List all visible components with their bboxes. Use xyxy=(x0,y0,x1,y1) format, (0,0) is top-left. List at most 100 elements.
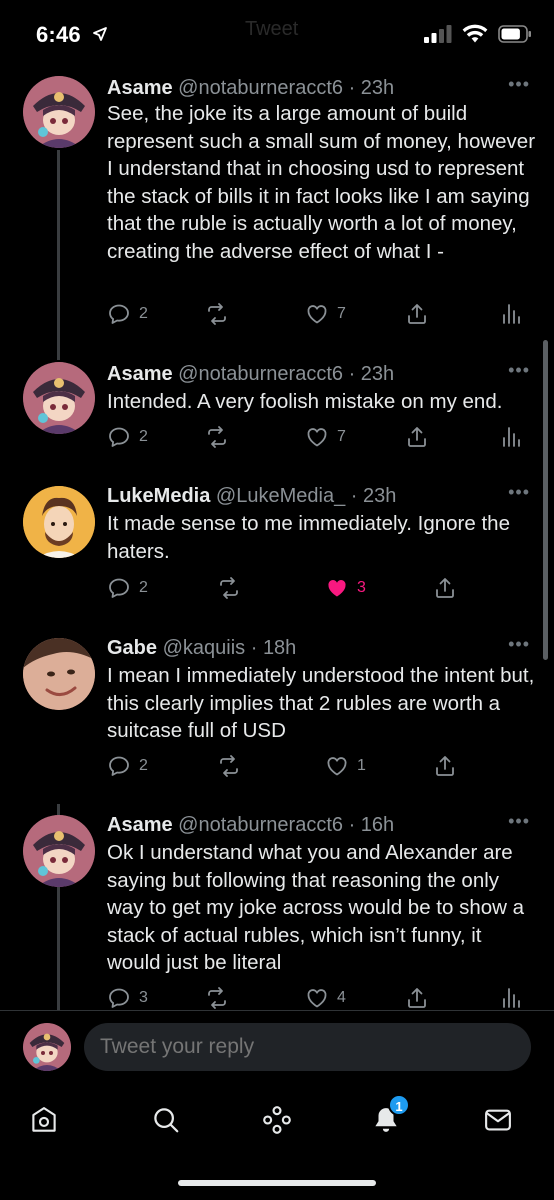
retweet-button[interactable] xyxy=(205,425,237,449)
tweet-author-handle[interactable]: @LukeMedia_ xyxy=(216,485,345,507)
retweet-icon xyxy=(205,986,229,1010)
like-button[interactable]: 7 xyxy=(305,425,346,449)
tweet-timestamp: 18h xyxy=(262,637,297,659)
tweet-text: I mean I immediately understood the inte… xyxy=(107,664,535,742)
battery-icon xyxy=(498,25,532,43)
share-button[interactable] xyxy=(405,986,429,1010)
tweet-actions: 2 7 xyxy=(107,425,527,453)
status-time: 6:46 xyxy=(36,22,81,47)
tweet-author-handle[interactable]: @notaburneracct6 xyxy=(178,814,343,836)
avatar[interactable] xyxy=(23,362,95,434)
reply-count: 2 xyxy=(139,428,148,445)
share-button[interactable] xyxy=(405,302,429,326)
more-options-icon[interactable]: ••• xyxy=(508,811,530,832)
analytics-icon xyxy=(499,986,523,1010)
tweet-timestamp: 23h xyxy=(360,363,395,385)
tweet-text: Ok I understand what you and Alexander a… xyxy=(107,841,525,974)
retweet-button[interactable] xyxy=(205,986,237,1010)
analytics-button[interactable] xyxy=(499,986,523,1010)
tweet-timestamp: 23h xyxy=(360,77,395,99)
share-icon xyxy=(433,576,457,600)
heart-icon xyxy=(305,986,329,1010)
retweet-button[interactable] xyxy=(217,576,249,600)
more-options-icon[interactable]: ••• xyxy=(508,634,530,655)
home-icon xyxy=(32,1107,56,1132)
like-count: 1 xyxy=(357,757,366,774)
avatar[interactable] xyxy=(23,76,95,148)
mail-icon xyxy=(485,1109,511,1131)
tweet-actions: 2 1 xyxy=(107,754,527,782)
share-button[interactable] xyxy=(433,576,457,600)
heart-icon xyxy=(305,425,329,449)
tweet-author-name[interactable]: Asame xyxy=(107,363,173,385)
reply-icon xyxy=(107,576,131,600)
like-count: 3 xyxy=(357,579,366,596)
reply-button[interactable]: 2 xyxy=(107,576,148,600)
like-button[interactable]: 3 xyxy=(325,576,366,600)
more-options-icon[interactable]: ••• xyxy=(508,482,530,503)
analytics-button[interactable] xyxy=(499,425,523,449)
tab-spaces[interactable] xyxy=(257,1100,297,1140)
tweet-text: Intended. A very foolish mistake on my e… xyxy=(107,390,503,413)
retweet-icon xyxy=(205,425,229,449)
analytics-button[interactable] xyxy=(499,302,523,326)
home-indicator[interactable] xyxy=(178,1180,376,1186)
reply-composer xyxy=(0,1010,554,1082)
share-button[interactable] xyxy=(433,754,457,778)
reply-button[interactable]: 2 xyxy=(107,302,148,326)
analytics-icon xyxy=(499,302,523,326)
tweet-timestamp: 16h xyxy=(360,814,395,836)
reply-input[interactable] xyxy=(84,1023,531,1071)
tab-home[interactable] xyxy=(24,1100,64,1140)
tweet-author-handle[interactable]: @notaburneracct6 xyxy=(178,77,343,99)
retweet-button[interactable] xyxy=(217,754,249,778)
header-title: Tweet xyxy=(245,18,299,40)
tweet-author-name[interactable]: Asame xyxy=(107,77,173,99)
avatar[interactable] xyxy=(23,638,95,710)
tweet-author-name[interactable]: LukeMedia xyxy=(107,485,210,507)
share-icon xyxy=(433,754,457,778)
tab-search[interactable] xyxy=(146,1100,186,1140)
separator-dot: · xyxy=(245,637,263,659)
retweet-icon xyxy=(217,754,241,778)
retweet-icon xyxy=(217,576,241,600)
reply-count: 2 xyxy=(139,757,148,774)
avatar[interactable] xyxy=(23,1023,71,1071)
reply-icon xyxy=(107,425,131,449)
like-button[interactable]: 4 xyxy=(305,986,346,1010)
like-button[interactable]: 1 xyxy=(325,754,366,778)
retweet-button[interactable] xyxy=(205,302,237,326)
tab-notifications[interactable]: 1 xyxy=(366,1094,410,1140)
like-button[interactable]: 7 xyxy=(305,302,346,326)
reply-button[interactable]: 2 xyxy=(107,425,148,449)
location-arrow-icon xyxy=(92,26,108,47)
share-icon xyxy=(405,302,429,326)
share-button[interactable] xyxy=(405,425,429,449)
separator-dot: · xyxy=(345,485,363,507)
spaces-icon xyxy=(263,1106,291,1134)
more-options-icon[interactable]: ••• xyxy=(508,74,530,95)
tweet-text: See, the joke its a large amount of buil… xyxy=(107,102,536,263)
heart-icon xyxy=(325,754,349,778)
analytics-icon xyxy=(499,425,523,449)
share-icon xyxy=(405,986,429,1010)
retweet-icon xyxy=(205,302,229,326)
cellular-signal-icon xyxy=(424,25,452,43)
tab-messages[interactable] xyxy=(478,1100,518,1140)
separator-dot: · xyxy=(343,363,361,385)
status-bar: 6:46 Tweet xyxy=(0,0,554,66)
tweet-author-handle[interactable]: @notaburneracct6 xyxy=(178,363,343,385)
search-icon xyxy=(154,1108,179,1133)
avatar[interactable] xyxy=(23,815,95,887)
separator-dot: · xyxy=(343,77,361,99)
scrollbar[interactable] xyxy=(543,340,548,660)
tweet-author-handle[interactable]: @kaquiis xyxy=(163,637,246,659)
more-options-icon[interactable]: ••• xyxy=(508,360,530,381)
reply-button[interactable]: 3 xyxy=(107,986,148,1010)
reply-button[interactable]: 2 xyxy=(107,754,148,778)
reply-count: 2 xyxy=(139,579,148,596)
tweet-author-name[interactable]: Gabe xyxy=(107,637,157,659)
tweet-author-name[interactable]: Asame xyxy=(107,814,173,836)
like-count: 4 xyxy=(337,989,346,1006)
avatar[interactable] xyxy=(23,486,95,558)
